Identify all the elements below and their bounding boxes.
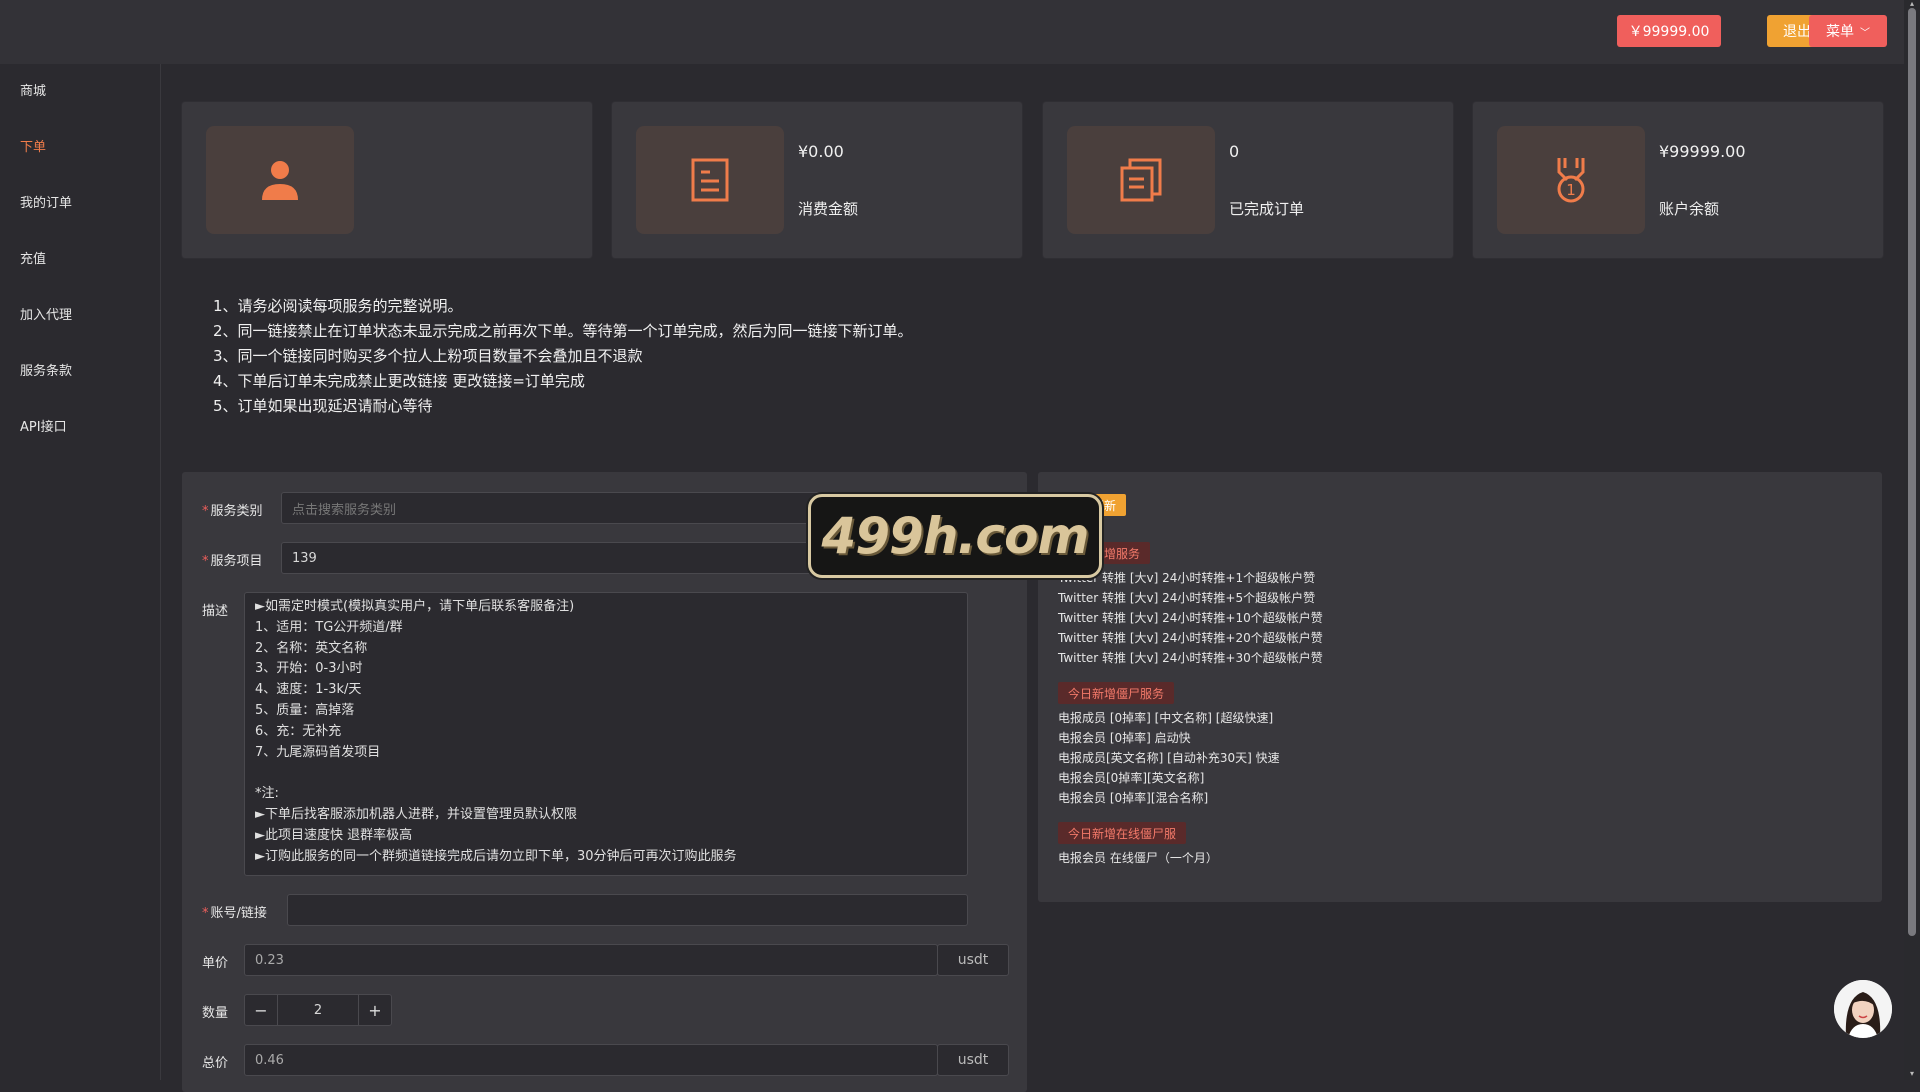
category-label: * 服务类别 xyxy=(202,504,263,519)
notice-item: 2、同一链接禁止在订单状态未显示完成之前再次下单。等待第一个订单完成，然后为同一… xyxy=(213,322,913,340)
sidebar-item-my-orders[interactable]: 我的订单 xyxy=(20,192,72,211)
sidebar-item-terms[interactable]: 服务条款 xyxy=(20,360,72,379)
unit-price-label: 单价 xyxy=(202,956,229,971)
account-label: * 账号/链接 xyxy=(202,906,267,921)
menu-button-label: 菜单 xyxy=(1826,24,1854,40)
stat-card-completed: 0 已完成订单 xyxy=(1043,102,1453,258)
new-online-zombie-tag: 今日新增在线僵尸服 xyxy=(1058,822,1187,844)
notice-list: 1、请务必阅读每项服务的完整说明。 2、同一链接禁止在订单状态未显示完成之前再次… xyxy=(213,294,913,419)
page-scrollbar[interactable]: ▴ ▾ xyxy=(1904,0,1920,1080)
user-icon xyxy=(206,126,354,234)
document-icon xyxy=(636,126,784,234)
scroll-up-arrow-icon[interactable]: ▴ xyxy=(1908,0,1916,8)
sidebar-item-agent[interactable]: 加入代理 xyxy=(20,304,72,323)
total-price-label: 总价 xyxy=(202,1056,229,1071)
notice-item: 3、同一个链接同时购买多个拉人上粉项目数量不会叠加且不退款 xyxy=(213,347,643,365)
top-bar: ￥99999.00 退出 菜单 ﹀ xyxy=(0,0,1904,64)
list-item[interactable]: Twitter 转推 [大v] 24小时转推+20个超级帐户赞 xyxy=(1058,629,1323,646)
stat-label-balance: 账户余额 xyxy=(1659,200,1720,218)
notice-item: 5、订单如果出现延迟请耐心等待 xyxy=(213,397,433,415)
desc-label: 描述 xyxy=(202,604,229,619)
unit-price-currency: usdt xyxy=(937,944,1009,976)
list-item[interactable]: Twitter 转推 [大v] 24小时转推+30个超级帐户赞 xyxy=(1058,649,1323,666)
list-item[interactable]: 电报会员 在线僵尸（一个月） xyxy=(1058,849,1218,866)
menu-button[interactable]: 菜单 ﹀ xyxy=(1809,15,1887,47)
watermark-logo: 499h.com xyxy=(808,494,1102,578)
stat-card-user xyxy=(182,102,592,258)
sidebar-item-order[interactable]: 下单 xyxy=(20,136,46,155)
stat-label-spent: 消费金额 xyxy=(798,200,859,218)
notice-item: 1、请务必阅读每项服务的完整说明。 xyxy=(213,297,463,315)
list-item[interactable]: 电报会员[0掉率][英文名称] xyxy=(1058,769,1204,786)
balance-button[interactable]: ￥99999.00 xyxy=(1617,15,1721,47)
list-item[interactable]: Twitter 转推 [大v] 24小时转推+10个超级帐户赞 xyxy=(1058,609,1323,626)
sidebar: 商城 下单 我的订单 充值 加入代理 服务条款 API接口 xyxy=(0,64,161,1080)
quantity-label: 数量 xyxy=(202,1006,229,1021)
item-label: * 服务项目 xyxy=(202,554,263,569)
chevron-down-icon: ﹀ xyxy=(1860,27,1870,39)
quantity-input[interactable]: 2 xyxy=(277,994,359,1026)
account-link-input[interactable] xyxy=(287,894,968,926)
stat-value-completed: 0 xyxy=(1229,142,1240,161)
unit-price-input: 0.23 xyxy=(244,944,938,976)
stat-card-spent: ¥0.00 消费金额 xyxy=(612,102,1022,258)
stat-label-completed: 已完成订单 xyxy=(1229,200,1305,218)
total-price-currency: usdt xyxy=(937,1044,1009,1076)
list-item[interactable]: 电报会员 [0掉率] 启动快 xyxy=(1058,729,1191,746)
watermark-text: 499h.com xyxy=(821,507,1089,565)
customer-service-avatar[interactable] xyxy=(1834,980,1892,1038)
list-item[interactable]: Twitter 转推 [大v] 24小时转推+5个超级帐户赞 xyxy=(1058,589,1315,606)
list-item[interactable]: 电报会员 [0掉率][混合名称] xyxy=(1058,789,1208,806)
stat-value-spent: ¥0.00 xyxy=(798,142,844,161)
quantity-increase-button[interactable]: + xyxy=(358,994,392,1026)
description-textarea[interactable]: ►如需定时模式(模拟真实用户，请下单后联系客服备注) 1、适用：TG公开频道/群… xyxy=(244,592,968,876)
sidebar-item-recharge[interactable]: 充值 xyxy=(20,248,46,267)
scroll-down-arrow-icon[interactable]: ▾ xyxy=(1908,1070,1916,1078)
svg-text:1: 1 xyxy=(1566,181,1576,199)
total-price-input: 0.46 xyxy=(244,1044,938,1076)
list-item[interactable]: 电报成员 [0掉率] [中文名称] [超级快速] xyxy=(1058,709,1273,726)
quantity-decrease-button[interactable]: − xyxy=(244,994,278,1026)
copy-document-icon xyxy=(1067,126,1215,234)
sidebar-item-shop[interactable]: 商城 xyxy=(20,80,46,99)
new-zombie-services-tag: 今日新增僵尸服务 xyxy=(1058,682,1175,704)
notice-item: 4、下单后订单未完成禁止更改链接 更改链接=订单完成 xyxy=(213,372,585,390)
stat-value-balance: ¥99999.00 xyxy=(1659,142,1746,161)
scroll-thumb[interactable] xyxy=(1908,8,1916,936)
stat-card-balance: 1 ¥99999.00 账户余额 xyxy=(1473,102,1883,258)
updates-panel: 实时更新 今日新增服务 Twitter 转推 [大v] 24小时转推+1个超级帐… xyxy=(1038,472,1882,902)
list-item[interactable]: 电报成员[英文名称] [自动补充30天] 快速 xyxy=(1058,749,1280,766)
medal-icon: 1 xyxy=(1497,126,1645,234)
sidebar-item-api[interactable]: API接口 xyxy=(20,416,67,435)
